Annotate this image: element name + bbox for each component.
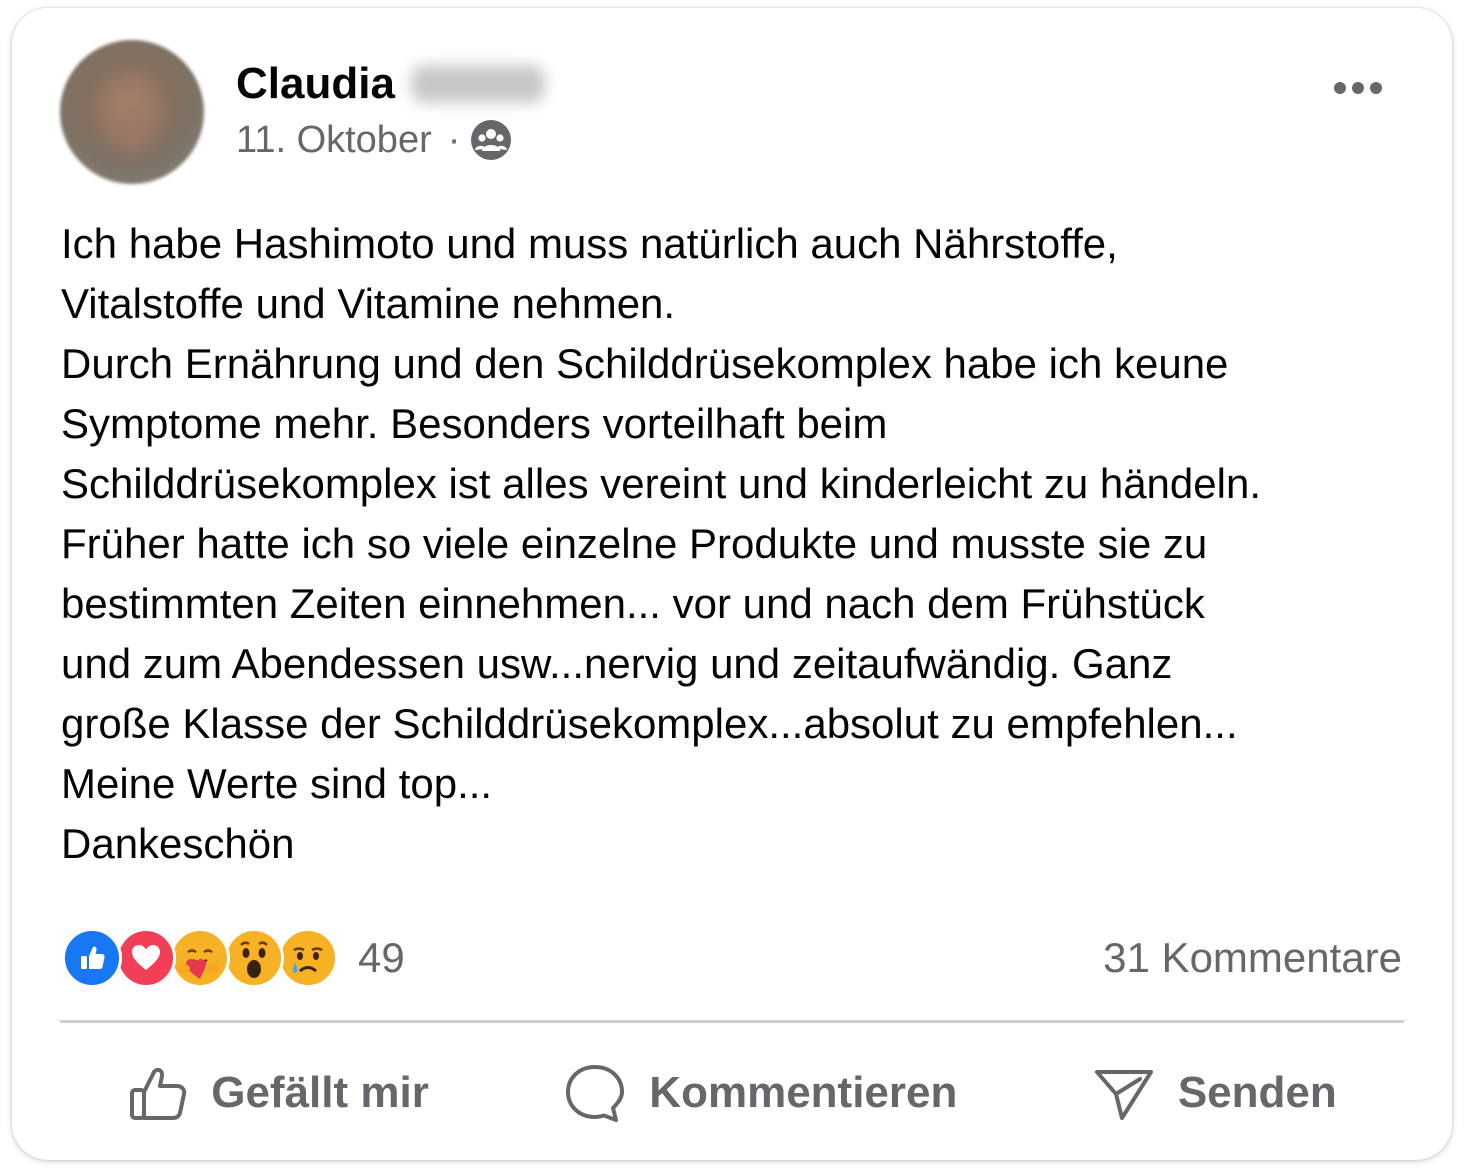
author-name[interactable]: Claudia: [236, 56, 395, 112]
post-text-line: Schilddrüsekomplex ist alles vereint und…: [61, 460, 1261, 507]
author-header: Claudia: [236, 56, 545, 112]
post-text-line: Meine Werte sind top...: [61, 760, 493, 807]
comment-bubble-icon: [566, 1065, 625, 1122]
thumbs-up-icon: [130, 1067, 187, 1120]
post-text-line: Durch Ernährung und den Schilddrüsekompl…: [61, 340, 1229, 387]
post-text-line: bestimmten Zeiten einnehmen... vor und n…: [61, 580, 1205, 627]
comment-button[interactable]: Kommentieren: [563, 1062, 957, 1124]
post-text-line: große Klasse der Schilddrüsekomplex...ab…: [61, 700, 1238, 747]
more-dots-icon: [1334, 82, 1382, 94]
like-icon: [62, 928, 122, 988]
send-button[interactable]: Senden: [1092, 1062, 1337, 1124]
post-date[interactable]: 11. Oktober: [236, 114, 432, 166]
post-meta: 11. Oktober ·: [236, 114, 512, 166]
post-text-line: Dankeschön: [61, 820, 295, 867]
like-button[interactable]: Gefällt mir: [127, 1062, 429, 1124]
reactions-count[interactable]: 49: [358, 934, 405, 982]
post-card: Claudia 11. Oktober · Ich habe Hashimoto…: [12, 8, 1452, 1160]
action-bar: Gefällt mir Kommentieren Senden: [60, 1048, 1404, 1138]
sad-icon: [278, 928, 338, 988]
wow-icon: [224, 928, 284, 988]
meta-separator: ·: [447, 119, 461, 161]
send-label: Senden: [1177, 1068, 1337, 1117]
post-text-line: Ich habe Hashimoto und muss natürlich au…: [61, 220, 1118, 267]
post-text: Ich habe Hashimoto und muss natürlich au…: [61, 214, 1421, 874]
send-icon: [1094, 1070, 1153, 1120]
divider: [60, 1020, 1404, 1023]
like-label: Gefällt mir: [211, 1068, 429, 1117]
love-icon: [116, 928, 176, 988]
post-text-line: Früher hatte ich so viele einzelne Produ…: [61, 520, 1208, 567]
post-text-line: Vitalstoffe und Vitamine nehmen.: [61, 280, 676, 327]
comments-count[interactable]: 31 Kommentare: [1103, 930, 1402, 986]
more-options-button[interactable]: [1328, 70, 1388, 106]
author-surname-redacted: [410, 65, 545, 103]
post-text-line: und zum Abendessen usw...nervig und zeit…: [61, 640, 1173, 687]
group-icon: [470, 119, 512, 161]
care-icon: [170, 928, 230, 988]
post-text-line: Symptome mehr. Besonders vorteilhaft bei…: [61, 400, 888, 447]
avatar[interactable]: [60, 40, 204, 184]
reactions-summary[interactable]: 49: [62, 926, 405, 990]
comment-label: Kommentieren: [649, 1068, 958, 1117]
